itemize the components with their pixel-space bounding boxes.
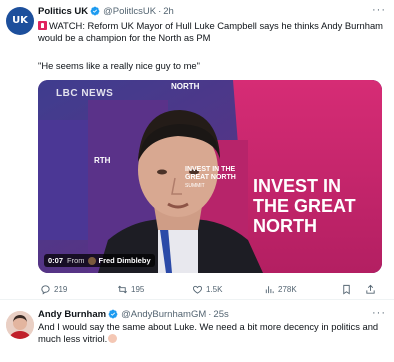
author-handle[interactable]: @AndyBurnhamGM (121, 309, 206, 320)
separator-dot: · (208, 308, 212, 320)
siren-icon (38, 21, 47, 30)
video-watermark: LBC NEWS (56, 88, 114, 99)
avatar-politics-uk[interactable]: UK (6, 7, 34, 35)
like-count: 1.5K (206, 284, 223, 294)
video-info-badge[interactable]: 0:07 From Fred Dimbleby (44, 254, 155, 267)
banner-mid-text: NORTH (171, 82, 200, 91)
from-label: From (67, 256, 85, 265)
source-avatar (87, 256, 96, 265)
tweet-header: Politics UK @PolitlcsUK · 2h (38, 4, 174, 18)
views-count: 278K (278, 284, 297, 294)
banner-left-text: RTH (94, 156, 111, 165)
views-button[interactable]: 278K (264, 284, 297, 295)
more-options-icon[interactable]: ··· (372, 4, 386, 16)
tweet-time[interactable]: 2h (163, 6, 174, 17)
author-name[interactable]: Andy Burnham (38, 309, 106, 320)
tweet-text: And I would say the same about Luke. We … (38, 321, 384, 345)
tweet-actions: 219 195 1.5K 278K (38, 282, 386, 296)
more-options-icon[interactable]: ··· (372, 307, 386, 319)
banner-main-text: INVEST IN THE GREAT NORTH (253, 176, 356, 236)
avatar-photo (6, 311, 34, 339)
tweet-header: Andy Burnham @AndyBurnhamGM · 25s (38, 307, 229, 321)
separator-dot: · (158, 5, 162, 17)
like-button[interactable]: 1.5K (192, 284, 222, 295)
tweet-text-body: And I would say the same about Luke. We … (38, 321, 379, 344)
tweet-quote: "He seems like a really nice guy to me" (38, 60, 200, 71)
avatar-andy-burnham[interactable] (6, 311, 34, 339)
banner-small: INVEST IN THE GREAT NORTH SUMMIT (185, 166, 245, 190)
reply-icon (41, 284, 50, 295)
banner-small-text: INVEST IN THE GREAT NORTH (185, 166, 236, 181)
tweet-text: WATCH: Reform UK Mayor of Hull Luke Camp… (38, 20, 384, 44)
share-icon (366, 284, 375, 294)
clapping-hands-icon (108, 334, 118, 343)
reply-button[interactable]: 219 (40, 284, 67, 295)
source-name[interactable]: Fred Dimbleby (99, 256, 151, 265)
share-button[interactable] (365, 284, 379, 295)
banner-small-sub: SUMMIT (185, 183, 205, 189)
retweet-count: 195 (131, 284, 145, 294)
bookmark-button[interactable] (341, 284, 355, 295)
views-icon (265, 285, 274, 293)
author-name[interactable]: Politics UK (38, 6, 88, 17)
video-player[interactable]: LBC NEWS RTH NORTH INVEST IN THE GREAT N… (38, 80, 382, 273)
tweet-time[interactable]: 25s (213, 309, 228, 320)
author-handle[interactable]: @PolitlcsUK (103, 6, 156, 17)
like-icon (192, 285, 203, 294)
reply-count: 219 (54, 284, 68, 294)
tweet-text-line1: WATCH: Reform UK Mayor of Hull Luke Camp… (38, 20, 383, 43)
tweet-andy-burnham[interactable]: Andy Burnham @AndyBurnhamGM · 25s ··· An… (0, 300, 394, 362)
retweet-button[interactable]: 195 (117, 284, 144, 295)
tweet-politics-uk[interactable]: UK Politics UK @PolitlcsUK · 2h ··· WATC… (0, 0, 394, 300)
verified-badge-icon (108, 309, 118, 319)
retweet-icon (118, 285, 127, 293)
bookmark-icon (343, 284, 350, 294)
avatar-logo-text: UK (12, 15, 28, 26)
video-duration: 0:07 (48, 256, 64, 265)
verified-badge-icon (90, 6, 100, 16)
